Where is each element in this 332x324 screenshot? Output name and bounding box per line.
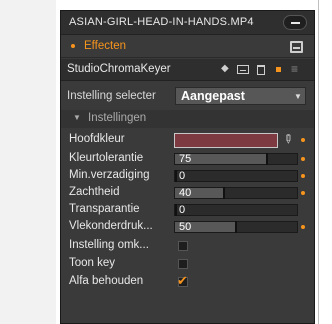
invert-checkbox[interactable] [178, 241, 188, 251]
param-label: Toon key [69, 257, 116, 269]
keyframe-dot[interactable] [301, 191, 305, 195]
effects-label[interactable]: Effecten [84, 40, 126, 52]
color-tolerance-slider[interactable]: 75 [174, 153, 298, 165]
dropdown-arrow-icon: ▼ [294, 92, 302, 101]
slider-value[interactable]: 0 [179, 204, 185, 216]
trash-icon[interactable] [257, 65, 265, 75]
monitor-icon[interactable] [237, 65, 249, 74]
key-color-swatch[interactable] [174, 133, 278, 148]
slider-handle[interactable] [223, 187, 225, 199]
slider-value[interactable]: 0 [179, 170, 185, 182]
param-label: Kleurtolerantie [69, 152, 144, 164]
slider-value[interactable]: 75 [179, 153, 191, 165]
divider [318, 0, 319, 324]
slider-handle[interactable] [175, 204, 177, 216]
effects-bar: Effecten [61, 36, 314, 58]
keyframe-dot[interactable] [301, 157, 305, 161]
param-label: Alfa behouden [69, 275, 144, 287]
param-key-color: Hoofdkleur ✎ [61, 130, 314, 148]
param-label: Instelling omk... [69, 239, 149, 251]
param-min-saturation: Min.verzadiging 0 [61, 168, 314, 184]
menu-icon[interactable]: ≡ [291, 62, 298, 76]
clip-title: ASIAN-GIRL-HEAD-IN-HANDS.MP4 [69, 16, 254, 28]
param-softness: Zachtheid 40 [61, 185, 314, 201]
effect-name: StudioChromaKeyer [67, 63, 171, 75]
settings-section-header[interactable]: ▼ Instellingen [61, 110, 314, 128]
param-label: Vlekonderdruk... [69, 220, 153, 232]
param-color-tolerance: Kleurtolerantie 75 [61, 151, 314, 167]
param-label: Zachtheid [69, 186, 120, 198]
param-label: Min.verzadiging [69, 169, 150, 181]
preset-label: Instelling selecter [67, 90, 156, 102]
spot-suppression-slider[interactable]: 50 [174, 221, 298, 233]
slider-value[interactable]: 40 [179, 187, 191, 199]
collapse-triangle-icon[interactable]: ▼ [73, 113, 81, 122]
slider-handle[interactable] [175, 170, 177, 182]
background-strip [0, 0, 56, 324]
keyframe-dot[interactable] [301, 225, 305, 229]
param-transparency: Transparantie 0 [61, 202, 314, 218]
keyframe-dot[interactable] [301, 138, 305, 142]
param-label: Hoofdkleur [69, 133, 125, 145]
transparency-slider[interactable]: 0 [174, 204, 298, 216]
param-spot-suppression: Vlekonderdruk... 50 [61, 219, 314, 235]
min-saturation-slider[interactable]: 0 [174, 170, 298, 182]
slider-handle[interactable] [266, 153, 268, 165]
preset-row: Instelling selecter Aangepast ▼ [61, 85, 314, 107]
keyframe-indicator[interactable] [276, 67, 281, 72]
bullet-icon [71, 44, 75, 48]
preset-select[interactable]: Aangepast ▼ [175, 87, 306, 105]
show-key-checkbox[interactable] [178, 259, 188, 269]
minimize-icon[interactable] [283, 15, 307, 30]
keyframe-dot[interactable] [301, 174, 305, 178]
slider-handle[interactable] [235, 221, 237, 233]
section-label: Instellingen [88, 112, 147, 124]
slider-value[interactable]: 50 [179, 221, 191, 233]
param-keep-alpha: Alfa behouden ✔ [61, 273, 314, 290]
clip-title-bar: ASIAN-GIRL-HEAD-IN-HANDS.MP4 [61, 11, 314, 35]
diamond-icon[interactable]: ◆ [221, 63, 229, 74]
effect-header: StudioChromaKeyer ◆ ≡ [61, 59, 314, 81]
preset-value: Aangepast [181, 89, 245, 103]
param-show-key: Toon key [61, 256, 314, 272]
softness-slider[interactable]: 40 [174, 187, 298, 199]
param-invert-setting: Instelling omk... [61, 238, 314, 254]
effects-panel: ASIAN-GIRL-HEAD-IN-HANDS.MP4 Effecten St… [60, 10, 315, 324]
save-icon[interactable] [290, 41, 303, 53]
checkmark-icon: ✔ [177, 273, 188, 288]
param-label: Transparantie [69, 203, 140, 215]
eyedropper-icon[interactable]: ✎ [280, 130, 297, 147]
